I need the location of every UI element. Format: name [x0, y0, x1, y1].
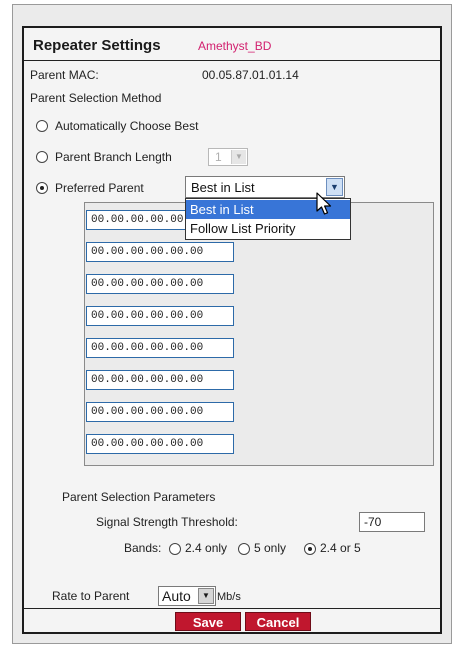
mac-input-4[interactable]: 00.00.00.00.00.00	[86, 306, 234, 326]
radio-band-both[interactable]	[304, 543, 316, 555]
parent-mac-label: Parent MAC:	[30, 68, 99, 82]
mac-input-3[interactable]: 00.00.00.00.00.00	[86, 274, 234, 294]
mac-input-5[interactable]: 00.00.00.00.00.00	[86, 338, 234, 358]
radio-branch-length-label[interactable]: Parent Branch Length	[55, 150, 172, 164]
mac-input-8[interactable]: 00.00.00.00.00.00	[86, 434, 234, 454]
radio-band-5[interactable]	[238, 543, 250, 555]
radio-auto-best-label[interactable]: Automatically Choose Best	[55, 119, 198, 133]
chevron-down-icon: ▼	[231, 150, 246, 164]
repeater-settings-panel: Repeater Settings Amethyst_BD Parent MAC…	[22, 26, 442, 634]
chevron-down-icon[interactable]: ▼	[198, 588, 214, 604]
bands-label: Bands:	[124, 541, 162, 555]
rate-label: Rate to Parent	[52, 589, 130, 603]
rate-select-value: Auto	[162, 588, 191, 604]
selection-method-label: Parent Selection Method	[30, 91, 162, 105]
radio-band-both-label[interactable]: 2.4 or 5	[320, 541, 361, 555]
radio-band-24[interactable]	[169, 543, 181, 555]
cancel-button[interactable]: Cancel	[245, 612, 311, 631]
radio-band-5-label[interactable]: 5 only	[254, 541, 286, 555]
radio-preferred-parent[interactable]	[36, 182, 48, 194]
panel-header: Repeater Settings Amethyst_BD	[24, 28, 440, 61]
save-button[interactable]: Save	[175, 612, 241, 631]
threshold-input[interactable]: -70	[359, 512, 425, 532]
branch-length-select: 1 ▼	[208, 148, 248, 166]
preferred-parent-select-value: Best in List	[191, 180, 255, 195]
rate-select[interactable]: Auto ▼	[158, 586, 216, 606]
mac-input-7[interactable]: 00.00.00.00.00.00	[86, 402, 234, 422]
parent-mac-value: 00.05.87.01.01.14	[202, 68, 299, 82]
mac-input-6[interactable]: 00.00.00.00.00.00	[86, 370, 234, 390]
threshold-label: Signal Strength Threshold:	[96, 515, 238, 529]
panel-footer: Save Cancel	[24, 608, 440, 632]
branch-length-value: 1	[215, 150, 222, 164]
device-name: Amethyst_BD	[198, 39, 272, 53]
mouse-pointer-icon	[316, 192, 332, 215]
radio-branch-length[interactable]	[36, 151, 48, 163]
dropdown-option-follow-list-priority[interactable]: Follow List Priority	[186, 219, 350, 238]
radio-preferred-parent-label[interactable]: Preferred Parent	[55, 181, 144, 195]
rate-unit: Mb/s	[217, 591, 241, 603]
panel-title: Repeater Settings	[33, 37, 161, 54]
radio-band-24-label[interactable]: 2.4 only	[185, 541, 227, 555]
radio-auto-best[interactable]	[36, 120, 48, 132]
mac-input-2[interactable]: 00.00.00.00.00.00	[86, 242, 234, 262]
params-heading: Parent Selection Parameters	[62, 490, 216, 504]
